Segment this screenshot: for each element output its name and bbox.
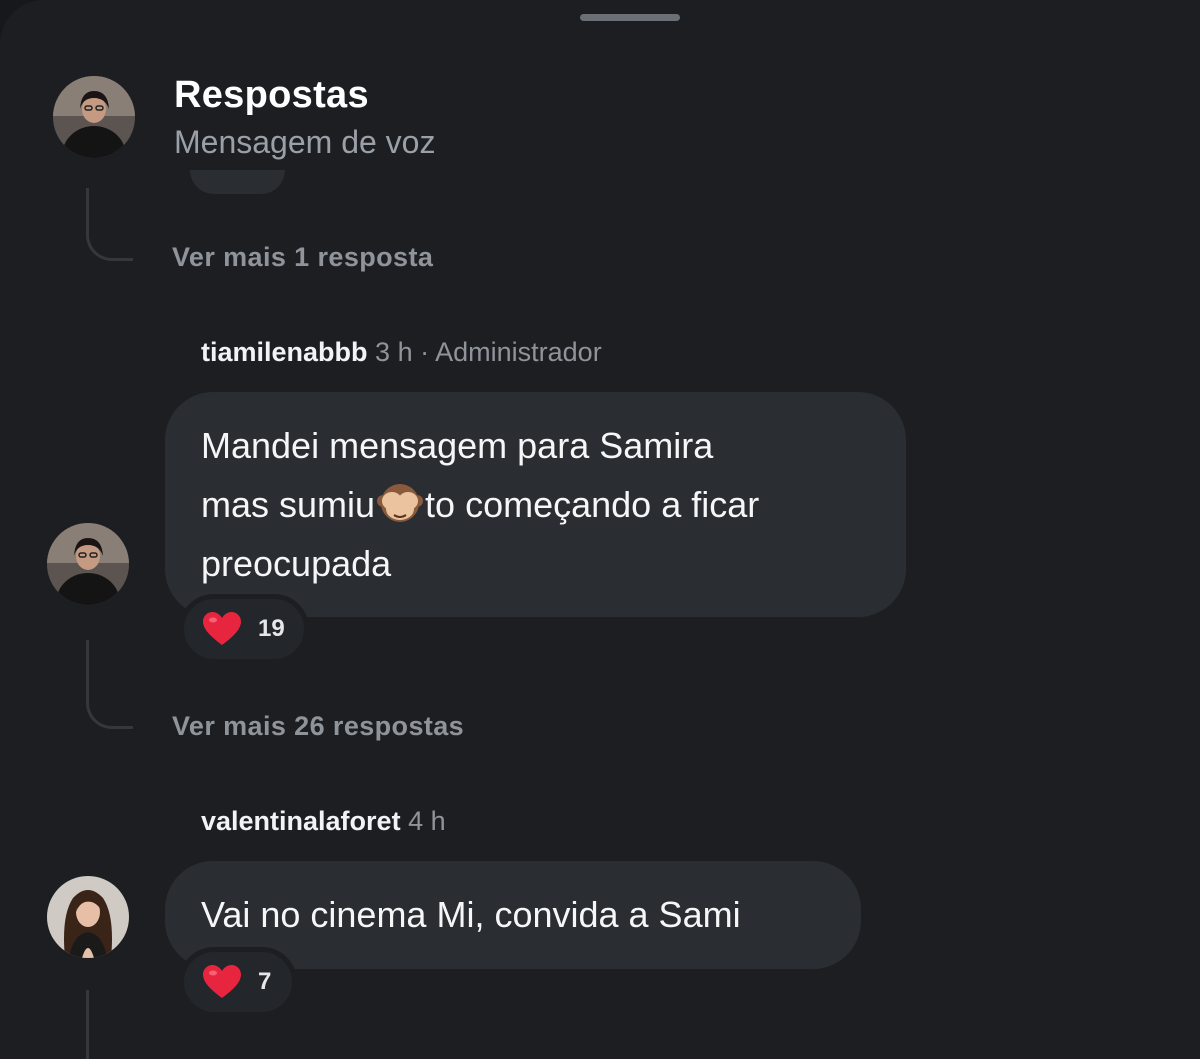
thread-connector-line bbox=[86, 188, 133, 261]
heart-icon bbox=[203, 965, 241, 998]
see-no-evil-monkey-icon bbox=[377, 484, 424, 522]
view-more-replies-link[interactable]: Ver mais 1 resposta bbox=[172, 242, 433, 273]
comment-username[interactable]: valentinalaforet bbox=[201, 806, 401, 836]
comment-text-fragment: mas sumiu bbox=[201, 484, 376, 525]
heart-icon bbox=[203, 612, 241, 645]
header-avatar[interactable] bbox=[53, 76, 135, 158]
reaction-count: 7 bbox=[258, 968, 272, 995]
comment-text-line: Mandei mensagem para Samira bbox=[201, 425, 714, 466]
comment-time: 3 h bbox=[375, 337, 413, 367]
comment-text-line: preocupada bbox=[201, 543, 392, 584]
comment-time: 4 h bbox=[408, 806, 446, 836]
header-title: Respostas bbox=[174, 74, 369, 116]
reaction-pill[interactable]: 19 bbox=[179, 594, 309, 664]
previous-comment-bubble bbox=[190, 170, 285, 194]
reaction-pill[interactable]: 7 bbox=[179, 947, 297, 1017]
sheet-grabber-handle[interactable] bbox=[580, 14, 680, 21]
view-more-replies-link[interactable]: Ver mais 26 respostas bbox=[172, 711, 464, 742]
comment-role-badge: Administrador bbox=[435, 337, 602, 367]
comment-username[interactable]: tiamilenabbb bbox=[201, 337, 368, 367]
comment-text: Vai no cinema Mi, convida a Sami bbox=[201, 894, 741, 935]
reaction-count: 19 bbox=[258, 615, 285, 642]
thread-connector-line bbox=[86, 990, 89, 1059]
header-subtitle: Mensagem de voz bbox=[174, 124, 436, 160]
thread-connector-line bbox=[86, 640, 133, 729]
meta-separator: · bbox=[420, 337, 430, 367]
replies-sheet: Respostas Mensagem de voz Ver mais 1 res… bbox=[0, 0, 1200, 1059]
comment-avatar[interactable] bbox=[47, 876, 129, 958]
comment-avatar[interactable] bbox=[47, 523, 129, 605]
comment-text-line: mas sumiu to começando a ficar bbox=[201, 475, 870, 534]
comment-text-fragment: to começando a ficar bbox=[425, 484, 760, 525]
comment-meta: valentinalaforet 4 h bbox=[201, 806, 446, 837]
comment-bubble[interactable]: Mandei mensagem para Samira mas sumiu to… bbox=[165, 392, 906, 617]
comment-meta: tiamilenabbb 3 h · Administrador bbox=[201, 337, 602, 368]
